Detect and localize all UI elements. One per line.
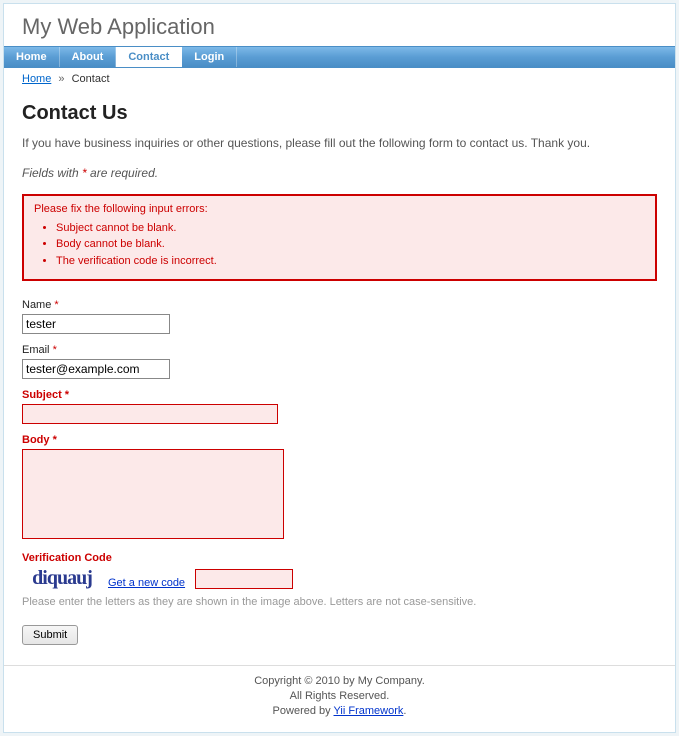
header: My Web Application: [4, 4, 675, 46]
body-label: Body: [22, 434, 50, 446]
intro-text: If you have business inquiries or other …: [22, 135, 657, 152]
error-list: Subject cannot be blank. Body cannot be …: [34, 220, 645, 270]
error-summary-title: Please fix the following input errors:: [34, 203, 645, 215]
required-note: Fields with * are required.: [22, 166, 657, 180]
error-item: The verification code is incorrect.: [56, 253, 645, 270]
email-input[interactable]: [22, 359, 170, 379]
captcha-row: diquauj Get a new code: [22, 567, 657, 589]
field-email: Email *: [22, 344, 657, 379]
content: Contact Us If you have business inquirie…: [4, 90, 675, 665]
breadcrumb-sep: »: [58, 73, 64, 85]
captcha-input[interactable]: [195, 569, 293, 589]
error-item: Subject cannot be blank.: [56, 220, 645, 237]
field-body: Body *: [22, 434, 657, 542]
captcha-refresh-link[interactable]: Get a new code: [108, 577, 185, 589]
subject-label-row: Subject *: [22, 389, 657, 401]
app-container: My Web Application Home About Contact Lo…: [3, 3, 676, 733]
footer-framework-link[interactable]: Yii Framework: [334, 705, 404, 717]
name-label-row: Name *: [22, 299, 657, 311]
nav-about[interactable]: About: [60, 47, 117, 67]
subject-input[interactable]: [22, 404, 278, 424]
submit-button[interactable]: Submit: [22, 625, 78, 645]
body-label-row: Body *: [22, 434, 657, 446]
name-label: Name: [22, 299, 51, 311]
footer-copyright: Copyright © 2010 by My Company.: [4, 674, 675, 689]
footer-rights: All Rights Reserved.: [4, 689, 675, 704]
nav-login[interactable]: Login: [182, 47, 237, 67]
footer: Copyright © 2010 by My Company. All Righ…: [4, 665, 675, 732]
name-input[interactable]: [22, 314, 170, 334]
nav-contact[interactable]: Contact: [116, 47, 182, 67]
breadcrumb-home[interactable]: Home: [22, 73, 51, 85]
email-label-row: Email *: [22, 344, 657, 356]
subject-label: Subject: [22, 389, 62, 401]
captcha-hint: Please enter the letters as they are sho…: [22, 595, 657, 610]
footer-powered: Powered by Yii Framework.: [4, 704, 675, 719]
main-nav: Home About Contact Login: [4, 46, 675, 68]
email-label: Email: [22, 344, 50, 356]
captcha-label-row: Verification Code: [22, 552, 657, 564]
page-heading: Contact Us: [22, 102, 657, 125]
error-item: Body cannot be blank.: [56, 236, 645, 253]
app-title: My Web Application: [22, 14, 657, 40]
field-captcha: Verification Code diquauj Get a new code…: [22, 552, 657, 610]
captcha-image: diquauj: [22, 567, 102, 589]
field-subject: Subject *: [22, 389, 657, 424]
breadcrumb: Home » Contact: [4, 68, 675, 90]
breadcrumb-current: Contact: [72, 73, 110, 85]
nav-home[interactable]: Home: [4, 47, 60, 67]
error-summary: Please fix the following input errors: S…: [22, 194, 657, 282]
body-input[interactable]: [22, 449, 284, 539]
captcha-label: Verification Code: [22, 552, 112, 564]
field-name: Name *: [22, 299, 657, 334]
